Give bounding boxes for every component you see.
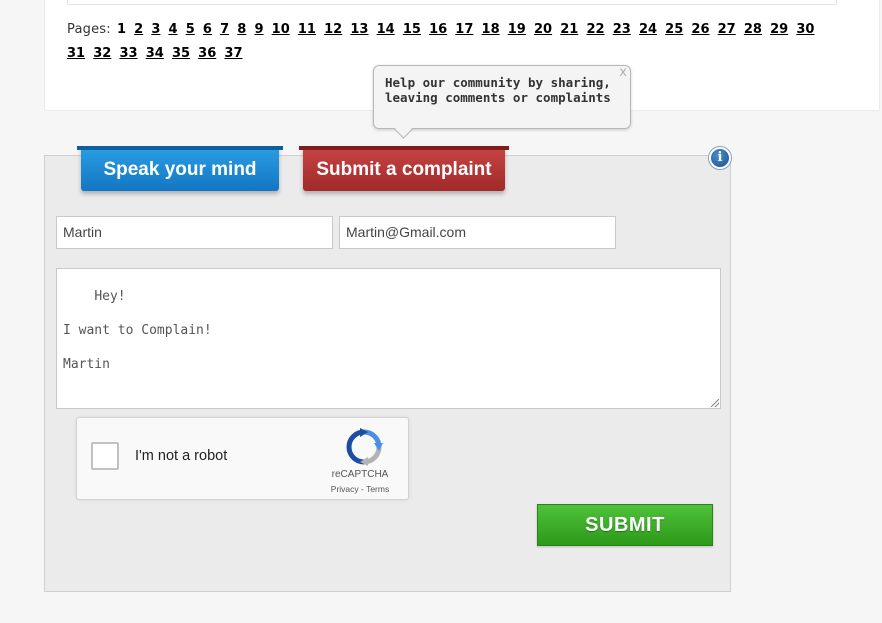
close-icon[interactable]: x bbox=[619, 65, 627, 80]
recaptcha-brand: reCAPTCHA bbox=[331, 469, 389, 480]
email-field[interactable]: Martin@Gmail.com bbox=[339, 216, 616, 249]
terms-link[interactable]: Terms bbox=[366, 484, 389, 494]
page-link[interactable]: 29 bbox=[770, 22, 788, 37]
page-link[interactable]: 9 bbox=[254, 22, 263, 37]
page-link[interactable]: 11 bbox=[298, 22, 316, 37]
page-link[interactable]: 30 bbox=[796, 22, 814, 37]
page-link[interactable]: 19 bbox=[508, 22, 526, 37]
tab-submit-complaint[interactable]: Submit a complaint bbox=[299, 146, 509, 191]
message-textarea[interactable]: Hey! I want to Complain! Martin bbox=[56, 268, 721, 409]
card-divider bbox=[67, 0, 837, 5]
page-link[interactable]: 15 bbox=[403, 22, 421, 37]
page-link[interactable]: 26 bbox=[691, 22, 709, 37]
feedback-panel: i Speak your mind Submit a complaint Mar… bbox=[44, 146, 731, 592]
name-field[interactable]: Martin bbox=[56, 216, 333, 249]
page-link[interactable]: 17 bbox=[455, 22, 473, 37]
page-link[interactable]: 23 bbox=[613, 22, 631, 37]
page-link[interactable]: 31 bbox=[67, 46, 85, 61]
page-link[interactable]: 10 bbox=[272, 22, 290, 37]
page-link[interactable]: 18 bbox=[482, 22, 500, 37]
recaptcha-widget: I'm not a robot reCAPTCHA Privacy - Term… bbox=[76, 417, 409, 500]
page-link[interactable]: 14 bbox=[377, 22, 395, 37]
recaptcha-checkbox[interactable] bbox=[91, 442, 119, 470]
page-link[interactable]: 6 bbox=[203, 22, 212, 37]
recaptcha-links: Privacy - Terms bbox=[317, 484, 403, 494]
page-link[interactable]: 5 bbox=[186, 22, 195, 37]
page-link[interactable]: 3 bbox=[151, 22, 160, 37]
page-link[interactable]: 24 bbox=[639, 22, 657, 37]
help-tooltip: Help our community by sharing, leaving c… bbox=[373, 65, 631, 139]
page-link[interactable]: 25 bbox=[665, 22, 683, 37]
page-link[interactable]: 13 bbox=[350, 22, 368, 37]
page-current: 1 bbox=[116, 22, 127, 37]
page-link[interactable]: 4 bbox=[169, 22, 178, 37]
page-links: 2 3 4 5 6 7 8 9 10 11 12 13 14 15 16 17 … bbox=[67, 22, 818, 61]
page-link[interactable]: 36 bbox=[198, 46, 216, 61]
page-link[interactable]: 35 bbox=[172, 46, 190, 61]
pagination: Pages: 1 2 3 4 5 6 7 8 9 10 11 12 13 14 … bbox=[67, 18, 827, 66]
page-link[interactable]: 27 bbox=[718, 22, 736, 37]
info-icon[interactable]: i bbox=[709, 147, 731, 169]
page-link[interactable]: 21 bbox=[560, 22, 578, 37]
page-link[interactable]: 20 bbox=[534, 22, 552, 37]
tooltip-arrow bbox=[394, 120, 413, 139]
page-link[interactable]: 33 bbox=[119, 46, 137, 61]
page-link[interactable]: 12 bbox=[324, 22, 342, 37]
privacy-link[interactable]: Privacy bbox=[331, 484, 359, 494]
pages-label: Pages: bbox=[67, 22, 111, 37]
resize-handle[interactable] bbox=[711, 399, 719, 407]
links-separator: - bbox=[358, 484, 367, 494]
submit-button[interactable]: SUBMIT bbox=[537, 504, 713, 546]
page-link[interactable]: 28 bbox=[744, 22, 762, 37]
page-link[interactable]: 8 bbox=[237, 22, 246, 37]
tooltip-text: Help our community by sharing, leaving c… bbox=[385, 75, 611, 105]
recaptcha-logo-icon bbox=[346, 428, 383, 466]
tab-speak-your-mind[interactable]: Speak your mind bbox=[77, 146, 283, 191]
page-link[interactable]: 37 bbox=[224, 46, 242, 61]
message-text: Hey! I want to Complain! Martin bbox=[63, 289, 212, 372]
page-link[interactable]: 2 bbox=[134, 22, 143, 37]
page-link[interactable]: 22 bbox=[586, 22, 604, 37]
page-link[interactable]: 32 bbox=[93, 46, 111, 61]
page-link[interactable]: 34 bbox=[146, 46, 164, 61]
page-link[interactable]: 7 bbox=[220, 22, 229, 37]
page-link[interactable]: 16 bbox=[429, 22, 447, 37]
recaptcha-label: I'm not a robot bbox=[135, 448, 228, 464]
